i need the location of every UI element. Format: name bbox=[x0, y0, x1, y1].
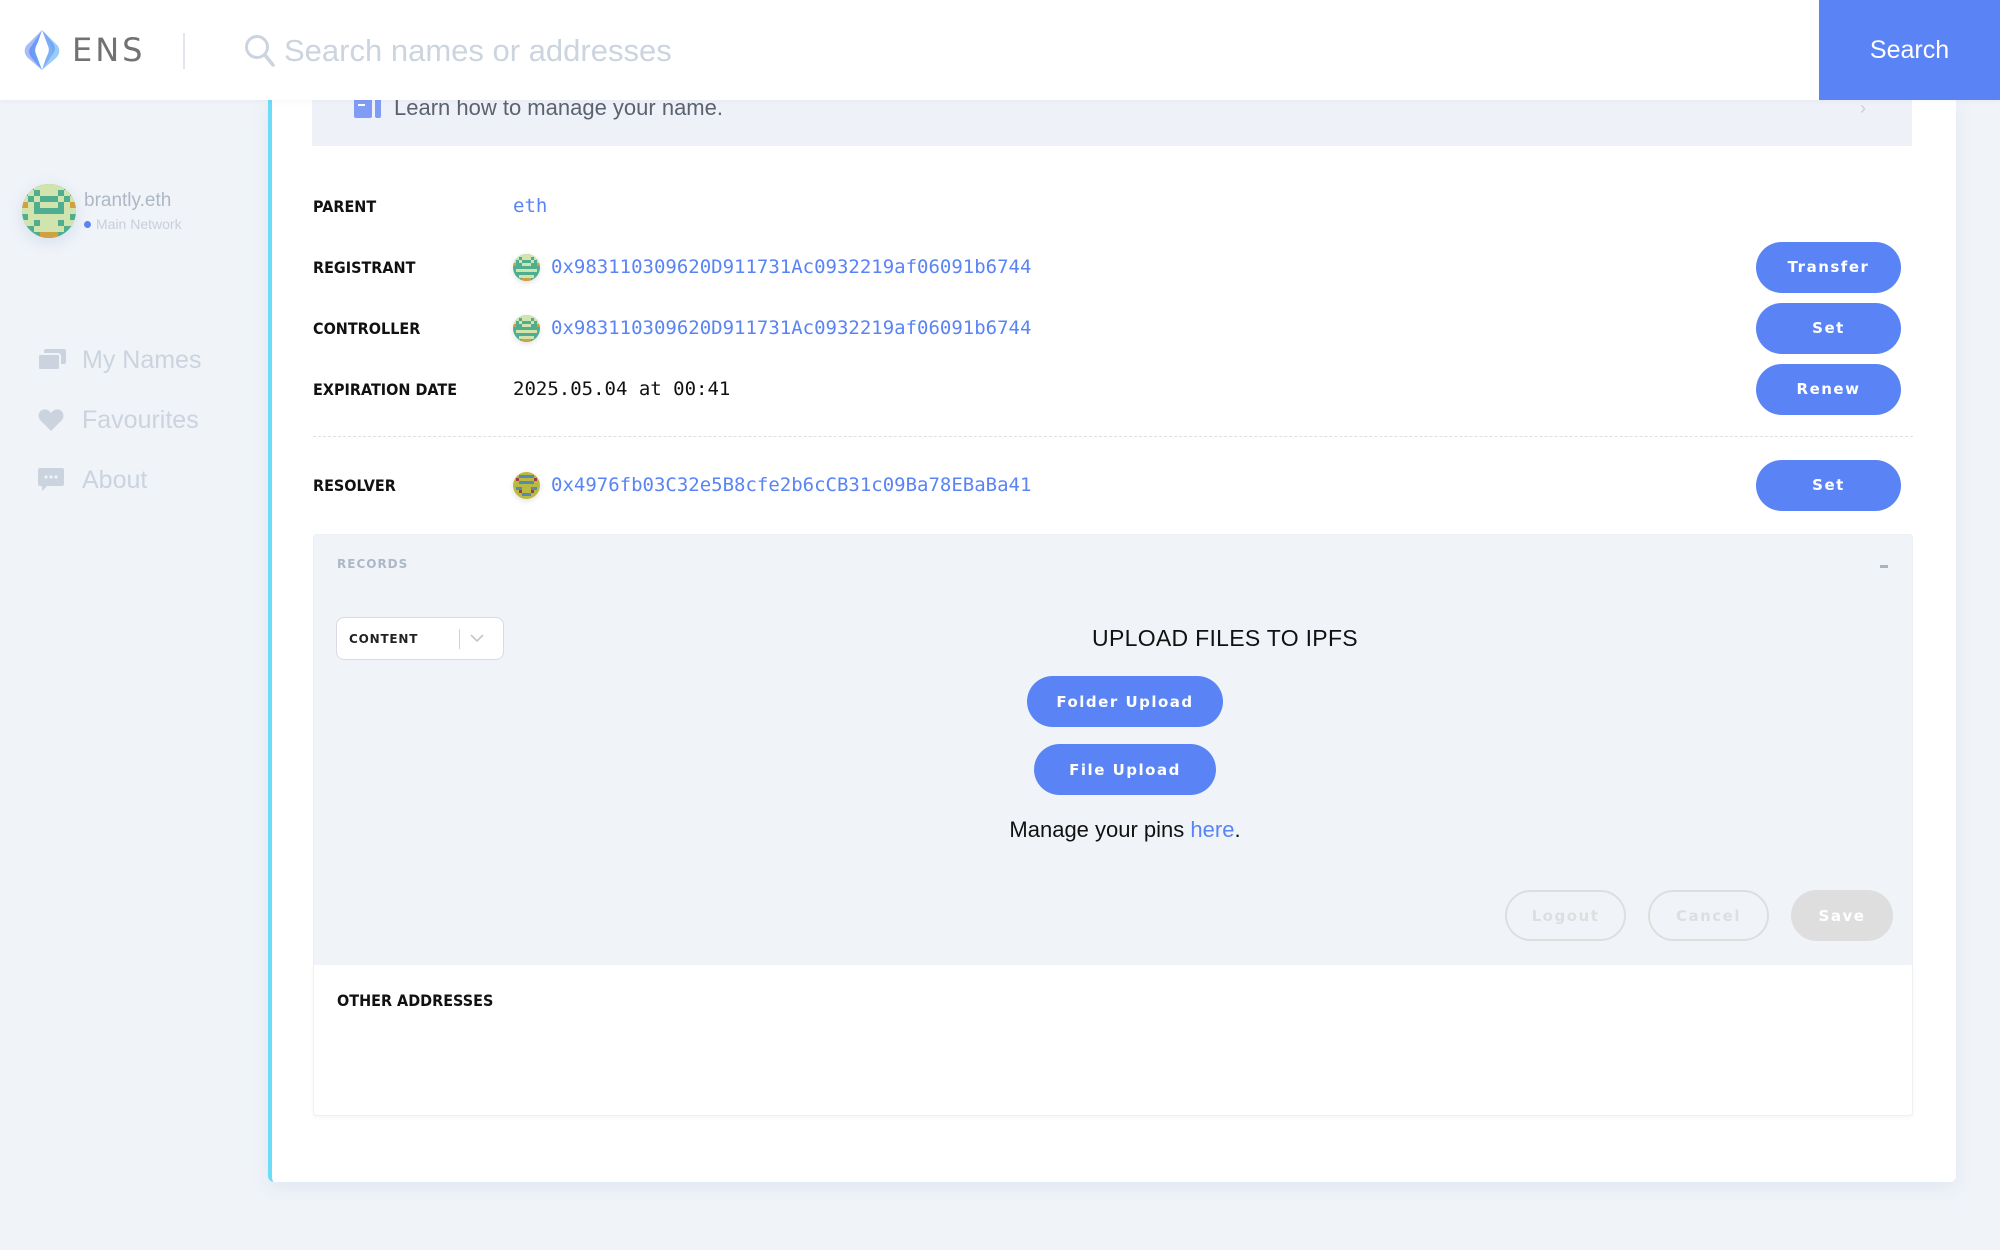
names-stack-icon bbox=[38, 349, 68, 371]
cancel-button[interactable]: Cancel bbox=[1648, 890, 1769, 941]
logo-text: ENS bbox=[72, 31, 146, 69]
other-addresses-title: OTHER ADDRESSES bbox=[337, 991, 494, 1010]
sidebar-nav: My Names Favourites About bbox=[38, 330, 201, 510]
registrant-row: REGISTRANT 0x983110309620D911731Ac093221… bbox=[313, 241, 1913, 293]
controller-value: 0x983110309620D911731Ac0932219af06091b67… bbox=[551, 317, 1032, 339]
search-button[interactable]: Search bbox=[1819, 0, 2000, 100]
heart-icon bbox=[38, 408, 68, 432]
search-input[interactable] bbox=[284, 26, 1384, 76]
chevron-right-icon[interactable]: › bbox=[1860, 98, 1866, 119]
registrant-avatar bbox=[513, 253, 540, 281]
transfer-button[interactable]: Transfer bbox=[1756, 241, 1901, 293]
controller-address[interactable]: 0x983110309620D911731Ac0932219af06091b67… bbox=[513, 314, 1032, 342]
controller-avatar bbox=[513, 314, 540, 342]
resolver-address[interactable]: 0x4976fb03C32e5B8cfe2b6cCB31c09Ba78EBaBa… bbox=[513, 471, 1032, 499]
ens-logo-icon bbox=[24, 30, 60, 70]
pins-prefix: Manage your pins bbox=[1009, 817, 1191, 842]
sidebar-item-my-names[interactable]: My Names bbox=[38, 330, 201, 390]
ipfs-upload-area: UPLOAD FILES TO IPFS Folder Upload File … bbox=[314, 625, 1914, 843]
top-header: ENS Search bbox=[0, 0, 2000, 100]
network-name: Main Network bbox=[96, 216, 182, 232]
renew-button[interactable]: Renew bbox=[1756, 363, 1901, 415]
expiration-row: EXPIRATION DATE 2025.05.04 at 00:41 Rene… bbox=[313, 363, 1913, 415]
network-dot-icon bbox=[84, 220, 91, 228]
records-panel: RECORDS CONTENT UPLOAD FILES TO IPFS Fol… bbox=[313, 534, 1913, 965]
book-icon bbox=[354, 96, 384, 123]
account-avatar bbox=[22, 184, 76, 238]
section-divider bbox=[313, 436, 1913, 437]
parent-label: PARENT bbox=[313, 196, 377, 216]
learn-banner[interactable]: Learn how to manage your name. › bbox=[312, 95, 1912, 146]
name-details-card: Learn how to manage your name. › PARENT … bbox=[268, 95, 1956, 1182]
registrant-label: REGISTRANT bbox=[313, 257, 416, 277]
registrant-address[interactable]: 0x983110309620D911731Ac0932219af06091b67… bbox=[513, 253, 1032, 281]
controller-label: CONTROLLER bbox=[313, 318, 421, 338]
other-addresses-panel: OTHER ADDRESSES bbox=[313, 965, 1913, 1116]
expiration-label: EXPIRATION DATE bbox=[313, 379, 458, 399]
account-info[interactable]: brantly.eth Main Network bbox=[22, 184, 182, 238]
sidebar-item-label: About bbox=[82, 465, 148, 494]
sidebar-item-about[interactable]: About bbox=[38, 450, 201, 510]
controller-row: CONTROLLER 0x983110309620D911731Ac093221… bbox=[313, 302, 1913, 354]
save-button[interactable]: Save bbox=[1791, 890, 1893, 941]
pins-suffix: . bbox=[1234, 817, 1241, 842]
logout-button[interactable]: Logout bbox=[1505, 890, 1626, 941]
manage-pins-link[interactable]: here bbox=[1190, 817, 1234, 842]
set-controller-button[interactable]: Set bbox=[1756, 302, 1901, 354]
set-resolver-button[interactable]: Set bbox=[1756, 459, 1901, 511]
sidebar-item-label: My Names bbox=[82, 345, 202, 374]
registrant-value: 0x983110309620D911731Ac0932219af06091b67… bbox=[551, 256, 1032, 278]
parent-row: PARENT eth bbox=[313, 181, 1913, 231]
manage-pins-text: Manage your pins here. bbox=[1009, 817, 1240, 843]
resolver-value: 0x4976fb03C32e5B8cfe2b6cCB31c09Ba78EBaBa… bbox=[551, 474, 1032, 496]
resolver-label: RESOLVER bbox=[313, 475, 396, 495]
search-icon bbox=[244, 34, 276, 73]
resolver-row: RESOLVER 0x4976fb03C32e5B8cfe2b6cCB31c09… bbox=[313, 459, 1913, 511]
records-title: RECORDS bbox=[337, 557, 409, 571]
collapse-records-button[interactable] bbox=[1880, 565, 1888, 568]
parent-value[interactable]: eth bbox=[513, 195, 547, 217]
chat-bubble-icon bbox=[38, 468, 68, 492]
resolver-avatar bbox=[513, 471, 540, 499]
account-name: brantly.eth bbox=[84, 190, 172, 211]
sidebar-item-label: Favourites bbox=[82, 405, 199, 434]
header-divider bbox=[183, 33, 185, 69]
expiration-value: 2025.05.04 at 00:41 bbox=[513, 378, 731, 400]
ens-logo[interactable]: ENS bbox=[22, 28, 145, 72]
network-status: Main Network bbox=[84, 216, 182, 232]
upload-title: UPLOAD FILES TO IPFS bbox=[1092, 625, 1358, 651]
folder-upload-button[interactable]: Folder Upload bbox=[1027, 676, 1223, 727]
file-upload-button[interactable]: File Upload bbox=[1034, 744, 1216, 795]
sidebar-item-favourites[interactable]: Favourites bbox=[38, 390, 201, 450]
